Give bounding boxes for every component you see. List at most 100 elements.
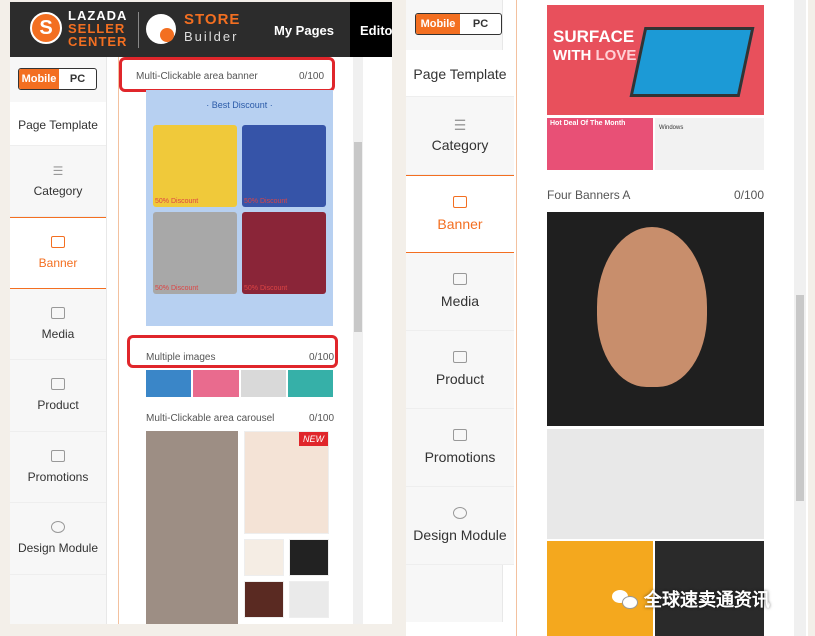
sidebar-item-label: Promotions bbox=[27, 470, 89, 484]
product-title: STORE bbox=[184, 11, 241, 28]
list-icon: ☰ bbox=[453, 117, 467, 133]
image-icon bbox=[453, 196, 467, 208]
toggle-pc[interactable]: PC bbox=[460, 14, 501, 34]
sidebar-item-promotions[interactable]: Promotions bbox=[406, 409, 514, 487]
multiple-images-preview[interactable] bbox=[146, 370, 333, 397]
toggle-mobile[interactable]: Mobile bbox=[416, 14, 460, 34]
sidebar-item-banner[interactable]: Banner bbox=[10, 217, 106, 289]
sidebar-item-design-module[interactable]: Design Module bbox=[10, 503, 106, 575]
video-icon bbox=[453, 273, 467, 285]
sidebar-item-category[interactable]: ☰ Category bbox=[406, 97, 514, 175]
sidebar-item-product[interactable]: Product bbox=[406, 331, 514, 409]
carousel-thumb[interactable] bbox=[289, 581, 329, 618]
windows-banner[interactable]: Windows bbox=[655, 118, 764, 170]
promo-icon bbox=[453, 429, 467, 441]
banner-tile[interactable]: 50% Discount bbox=[242, 125, 326, 207]
right-screenshot: Mobile PC Page Template ☰ Category Banne… bbox=[406, 0, 808, 636]
left-sidebar: Mobile PC Page Template ☰ Category Banne… bbox=[10, 57, 107, 624]
windows-label: Windows bbox=[659, 125, 684, 131]
sidebar-item-product[interactable]: Product bbox=[10, 360, 106, 432]
sidebar-item-label: Category bbox=[33, 184, 83, 198]
watermark: 全球速卖通资讯 bbox=[612, 586, 770, 612]
device-toggle[interactable]: Mobile PC bbox=[415, 13, 502, 35]
sidebar-item-label: Page Template bbox=[413, 66, 507, 82]
toggle-pc[interactable]: PC bbox=[59, 69, 96, 89]
right-sidebar: Mobile PC Page Template ☰ Category Banne… bbox=[406, 0, 514, 622]
sidebar-item-page-template[interactable]: Page Template bbox=[406, 50, 514, 97]
sidebar-item-label: Product bbox=[37, 398, 79, 412]
scrollbar-thumb[interactable] bbox=[354, 142, 362, 332]
sidebar-item-banner[interactable]: Banner bbox=[406, 175, 514, 253]
banner-header: · Best Discount · bbox=[206, 100, 273, 110]
module-count: 0/100 bbox=[734, 188, 765, 202]
module-title: Multi-Clickable area carousel bbox=[146, 413, 275, 424]
four-banners-image-1[interactable] bbox=[547, 212, 764, 426]
surface-banner[interactable]: SURFACE WITH LOVE bbox=[547, 5, 764, 115]
sidebar-item-label: Banner bbox=[437, 216, 483, 232]
design-icon bbox=[453, 507, 467, 519]
image-icon bbox=[51, 236, 65, 248]
device-toggle[interactable]: Mobile PC bbox=[18, 68, 97, 90]
carousel-thumb[interactable] bbox=[244, 539, 284, 576]
four-banners-image-2[interactable] bbox=[547, 429, 764, 539]
header-divider bbox=[138, 12, 139, 48]
product-subtitle: Builder bbox=[184, 29, 239, 44]
new-badge: NEW bbox=[299, 432, 328, 446]
sidebar-item-label: Banner bbox=[38, 256, 78, 270]
sidebar-item-page-template[interactable]: Page Template bbox=[10, 102, 106, 146]
thumb-image bbox=[240, 370, 286, 397]
sidebar-item-media[interactable]: Media bbox=[10, 289, 106, 360]
video-icon bbox=[51, 307, 65, 319]
sidebar-item-promotions[interactable]: Promotions bbox=[10, 432, 106, 503]
lazada-logo-icon: S bbox=[30, 12, 62, 44]
store-builder-logo-icon bbox=[146, 14, 176, 44]
box-icon bbox=[51, 378, 65, 390]
toggle-mobile[interactable]: Mobile bbox=[19, 69, 59, 89]
thumb-image bbox=[287, 370, 333, 397]
sidebar-item-label: Category bbox=[431, 137, 489, 153]
promo-icon bbox=[51, 450, 65, 462]
brand-name: LAZADA SELLER CENTER bbox=[68, 9, 127, 48]
scrollbar[interactable] bbox=[353, 57, 363, 624]
highlight-box bbox=[127, 335, 338, 368]
sidebar-item-label: Design Module bbox=[413, 527, 507, 543]
nav-editor[interactable]: Editor bbox=[350, 2, 392, 57]
banner-tile[interactable]: 50% Discount bbox=[153, 125, 237, 207]
module-list: SURFACE WITH LOVE Hot Deal Of The Month … bbox=[516, 0, 794, 636]
surface-line-1: SURFACE bbox=[553, 27, 635, 46]
brand-line-3: CENTER bbox=[68, 34, 128, 49]
module-title: Four Banners A bbox=[547, 188, 631, 202]
sidebar-item-label: Page Template bbox=[18, 118, 98, 132]
top-navigation-bar: S LAZADA SELLER CENTER STORE Builder My … bbox=[10, 2, 392, 57]
banner-tile[interactable]: 50% Discount bbox=[242, 212, 326, 294]
multi-clickable-banner-preview[interactable]: · Best Discount · 50% Discount 50% Disco… bbox=[146, 90, 333, 326]
scrollbar[interactable] bbox=[794, 0, 806, 636]
carousel-feature-image[interactable]: NEW bbox=[244, 431, 329, 534]
surface-line-2: WITH LOVE bbox=[553, 47, 637, 64]
design-icon bbox=[51, 521, 65, 533]
sidebar-item-label: Product bbox=[435, 371, 485, 387]
hot-deal-banner[interactable]: Hot Deal Of The Month bbox=[547, 118, 653, 170]
banner-tile[interactable]: 50% Discount bbox=[153, 212, 237, 294]
watermark-text: 全球速卖通资讯 bbox=[644, 590, 770, 610]
sidebar-item-label: Media bbox=[41, 327, 75, 341]
list-icon: ☰ bbox=[52, 164, 64, 178]
thumb-image bbox=[193, 370, 239, 397]
carousel-main-image[interactable] bbox=[146, 431, 238, 624]
sidebar-item-media[interactable]: Media bbox=[406, 253, 514, 331]
face-image bbox=[597, 227, 707, 387]
carousel-thumb[interactable] bbox=[244, 581, 284, 618]
left-screenshot: S LAZADA SELLER CENTER STORE Builder My … bbox=[10, 2, 392, 624]
sidebar-item-label: Promotions bbox=[424, 449, 496, 465]
box-icon bbox=[453, 351, 467, 363]
nav-my-pages[interactable]: My Pages bbox=[274, 23, 334, 38]
sidebar-item-label: Media bbox=[440, 293, 480, 309]
scrollbar-thumb[interactable] bbox=[796, 295, 804, 501]
wechat-icon bbox=[612, 588, 638, 610]
module-count: 0/100 bbox=[309, 413, 335, 424]
laptop-image bbox=[629, 27, 755, 97]
sidebar-item-design-module[interactable]: Design Module bbox=[406, 487, 514, 565]
sidebar-item-category[interactable]: ☰ Category bbox=[10, 146, 106, 217]
carousel-thumb[interactable] bbox=[289, 539, 329, 576]
highlight-box bbox=[119, 57, 335, 92]
